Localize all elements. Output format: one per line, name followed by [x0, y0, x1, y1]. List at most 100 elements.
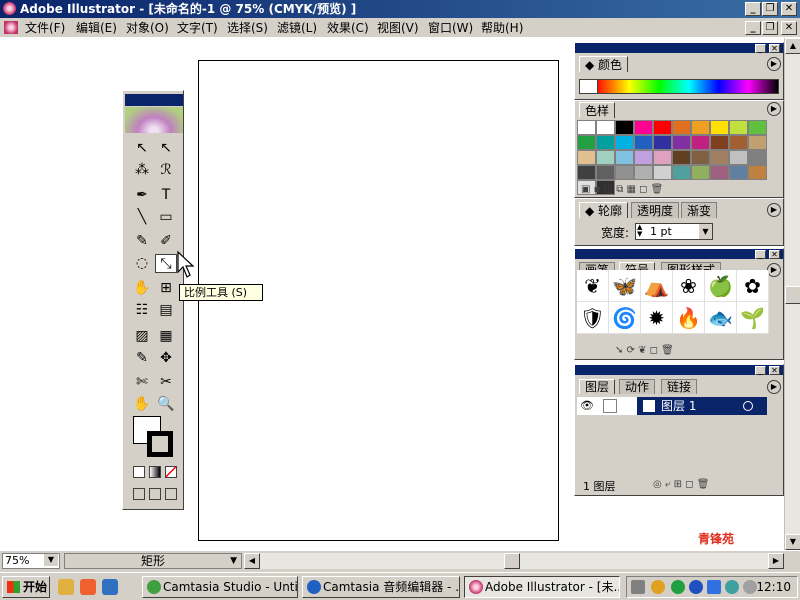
- scale-tool-icon[interactable]: ⤡: [155, 254, 177, 273]
- task-camtasia-studio[interactable]: Camtasia Studio - Untitl...: [142, 576, 298, 598]
- swatch[interactable]: [710, 120, 729, 135]
- tray-camtasia-icon[interactable]: [671, 580, 685, 594]
- scroll-down-arrow-icon[interactable]: ▼: [785, 534, 800, 550]
- tray-umbrella-icon[interactable]: [725, 580, 739, 594]
- free-transform-tool-icon[interactable]: ⊞: [155, 279, 177, 298]
- panel-close-icon[interactable]: ✕: [769, 250, 780, 259]
- slice-tool-icon[interactable]: ✄: [131, 373, 153, 392]
- symbol-icon[interactable]: 🦋: [609, 270, 641, 302]
- scissors-tool-icon[interactable]: ✂: [155, 373, 177, 392]
- vertical-scrollbar[interactable]: ▲ ▼: [784, 38, 800, 550]
- eyedropper-tool-icon[interactable]: ✎: [131, 349, 153, 368]
- paintbrush-tool-icon[interactable]: ✎: [131, 232, 153, 251]
- scroll-up-arrow-icon[interactable]: ▲: [785, 38, 800, 54]
- symbol-icon[interactable]: 🔥: [673, 302, 705, 334]
- standard-screen-mode-icon[interactable]: [133, 488, 145, 500]
- tab-swatches[interactable]: 色样: [579, 102, 616, 118]
- swatch[interactable]: [710, 135, 729, 150]
- swatch[interactable]: [653, 165, 672, 180]
- menu-file[interactable]: 文件(F): [25, 20, 65, 36]
- swatch[interactable]: [653, 120, 672, 135]
- menu-filter[interactable]: 滤镜(L): [277, 20, 317, 36]
- hand-tool-icon[interactable]: ✋: [131, 395, 153, 414]
- swatch[interactable]: [634, 135, 653, 150]
- status-dropdown-icon[interactable]: ▼: [230, 554, 237, 568]
- symbol-icon[interactable]: 🍏: [705, 270, 737, 302]
- symbol-footer-icons[interactable]: ➘ ⟳ ❦ ◻ 🗑: [615, 345, 674, 356]
- start-button[interactable]: 开始: [2, 576, 50, 598]
- minimize-button[interactable]: _: [745, 2, 761, 16]
- none-mode-icon[interactable]: [165, 466, 177, 478]
- tab-links[interactable]: 链接: [661, 379, 698, 394]
- symbol-icon[interactable]: 🌱: [737, 302, 769, 334]
- layer-footer-icons[interactable]: ◎ ⤶ ⊞ ◻ 🗑: [653, 479, 709, 490]
- symbols-panel-titlebar[interactable]: _ ✕: [575, 249, 783, 259]
- type-tool-icon[interactable]: T: [155, 186, 177, 205]
- swatch[interactable]: [577, 165, 596, 180]
- gradient-mode-icon[interactable]: [149, 466, 161, 478]
- rotate-tool-icon[interactable]: ◌: [131, 254, 153, 273]
- swatch[interactable]: [577, 120, 596, 135]
- swatch[interactable]: [691, 150, 710, 165]
- doc-close-button[interactable]: ✕: [781, 21, 797, 35]
- panel-close-icon[interactable]: ✕: [769, 44, 780, 53]
- swatch[interactable]: [596, 120, 615, 135]
- toolbox-titlebar[interactable]: [125, 94, 183, 106]
- swatch[interactable]: [691, 165, 710, 180]
- swatch[interactable]: [634, 120, 653, 135]
- layer-selected[interactable]: 图层 1: [637, 397, 767, 415]
- blend-tool-icon[interactable]: ✥: [155, 349, 177, 368]
- menu-edit[interactable]: 编辑(E): [76, 20, 117, 36]
- h-scroll-thumb[interactable]: [504, 553, 520, 569]
- menu-type[interactable]: 文字(T): [177, 20, 218, 36]
- warp-tool-icon[interactable]: ✋: [131, 279, 153, 298]
- swatch[interactable]: [577, 135, 596, 150]
- quicklaunch-ie-icon[interactable]: [102, 579, 118, 595]
- tab-stroke[interactable]: ◆ 轮廓: [579, 202, 629, 218]
- menu-effect[interactable]: 效果(C): [327, 20, 369, 36]
- scroll-left-arrow-icon[interactable]: ◀: [244, 553, 260, 569]
- illustrator-app-icon[interactable]: [3, 2, 16, 15]
- symbol-icon[interactable]: 🐟: [705, 302, 737, 334]
- task-adobe-illustrator[interactable]: Adobe Illustrator - [未...: [464, 576, 620, 598]
- swatch[interactable]: [615, 135, 634, 150]
- swatch[interactable]: [729, 135, 748, 150]
- layers-panel-titlebar[interactable]: _ ✕: [575, 365, 783, 375]
- swatch[interactable]: [691, 135, 710, 150]
- color-spectrum[interactable]: [579, 79, 779, 94]
- symbol-icon[interactable]: ❀: [673, 270, 705, 302]
- swatch[interactable]: [729, 165, 748, 180]
- stroke-width-field[interactable]: ▲ ▼ 1 pt ▼: [635, 223, 713, 240]
- stroke-swatch[interactable]: [147, 431, 173, 457]
- lock-toggle[interactable]: [603, 399, 617, 413]
- scroll-thumb[interactable]: [785, 286, 800, 304]
- swatch[interactable]: [672, 165, 691, 180]
- swatch[interactable]: [748, 165, 767, 180]
- layer-target-icon[interactable]: [743, 401, 753, 411]
- magic-wand-tool-icon[interactable]: ⁂: [131, 161, 153, 180]
- swatch[interactable]: [653, 150, 672, 165]
- menu-help[interactable]: 帮助(H): [481, 20, 523, 36]
- tray-volume-icon[interactable]: [743, 580, 757, 594]
- gradient-tool-icon[interactable]: ▦: [155, 327, 177, 346]
- stroke-panel-menu-icon[interactable]: ▶: [767, 203, 781, 217]
- selection-tool-icon[interactable]: ↖: [131, 139, 153, 158]
- swatch[interactable]: [615, 165, 634, 180]
- full-screen-menu-mode-icon[interactable]: [149, 488, 161, 500]
- swatch[interactable]: [672, 150, 691, 165]
- swatch[interactable]: [634, 150, 653, 165]
- swatch[interactable]: [596, 150, 615, 165]
- color-mode-icon[interactable]: [133, 466, 145, 478]
- tab-layers[interactable]: 图层: [579, 379, 616, 394]
- swatch[interactable]: [748, 120, 767, 135]
- symbol-icon[interactable]: ❦: [577, 270, 609, 302]
- graph-tool-icon[interactable]: ▤: [155, 301, 177, 320]
- symbol-icon[interactable]: ✹: [641, 302, 673, 334]
- panel-minimize-icon[interactable]: _: [755, 250, 766, 259]
- tab-color[interactable]: ◆ 颜色: [579, 56, 629, 72]
- menu-object[interactable]: 对象(O): [126, 20, 169, 36]
- swatch[interactable]: [691, 120, 710, 135]
- swatch[interactable]: [615, 150, 634, 165]
- none-color-icon[interactable]: [580, 80, 598, 93]
- symbol-icon[interactable]: ✿: [737, 270, 769, 302]
